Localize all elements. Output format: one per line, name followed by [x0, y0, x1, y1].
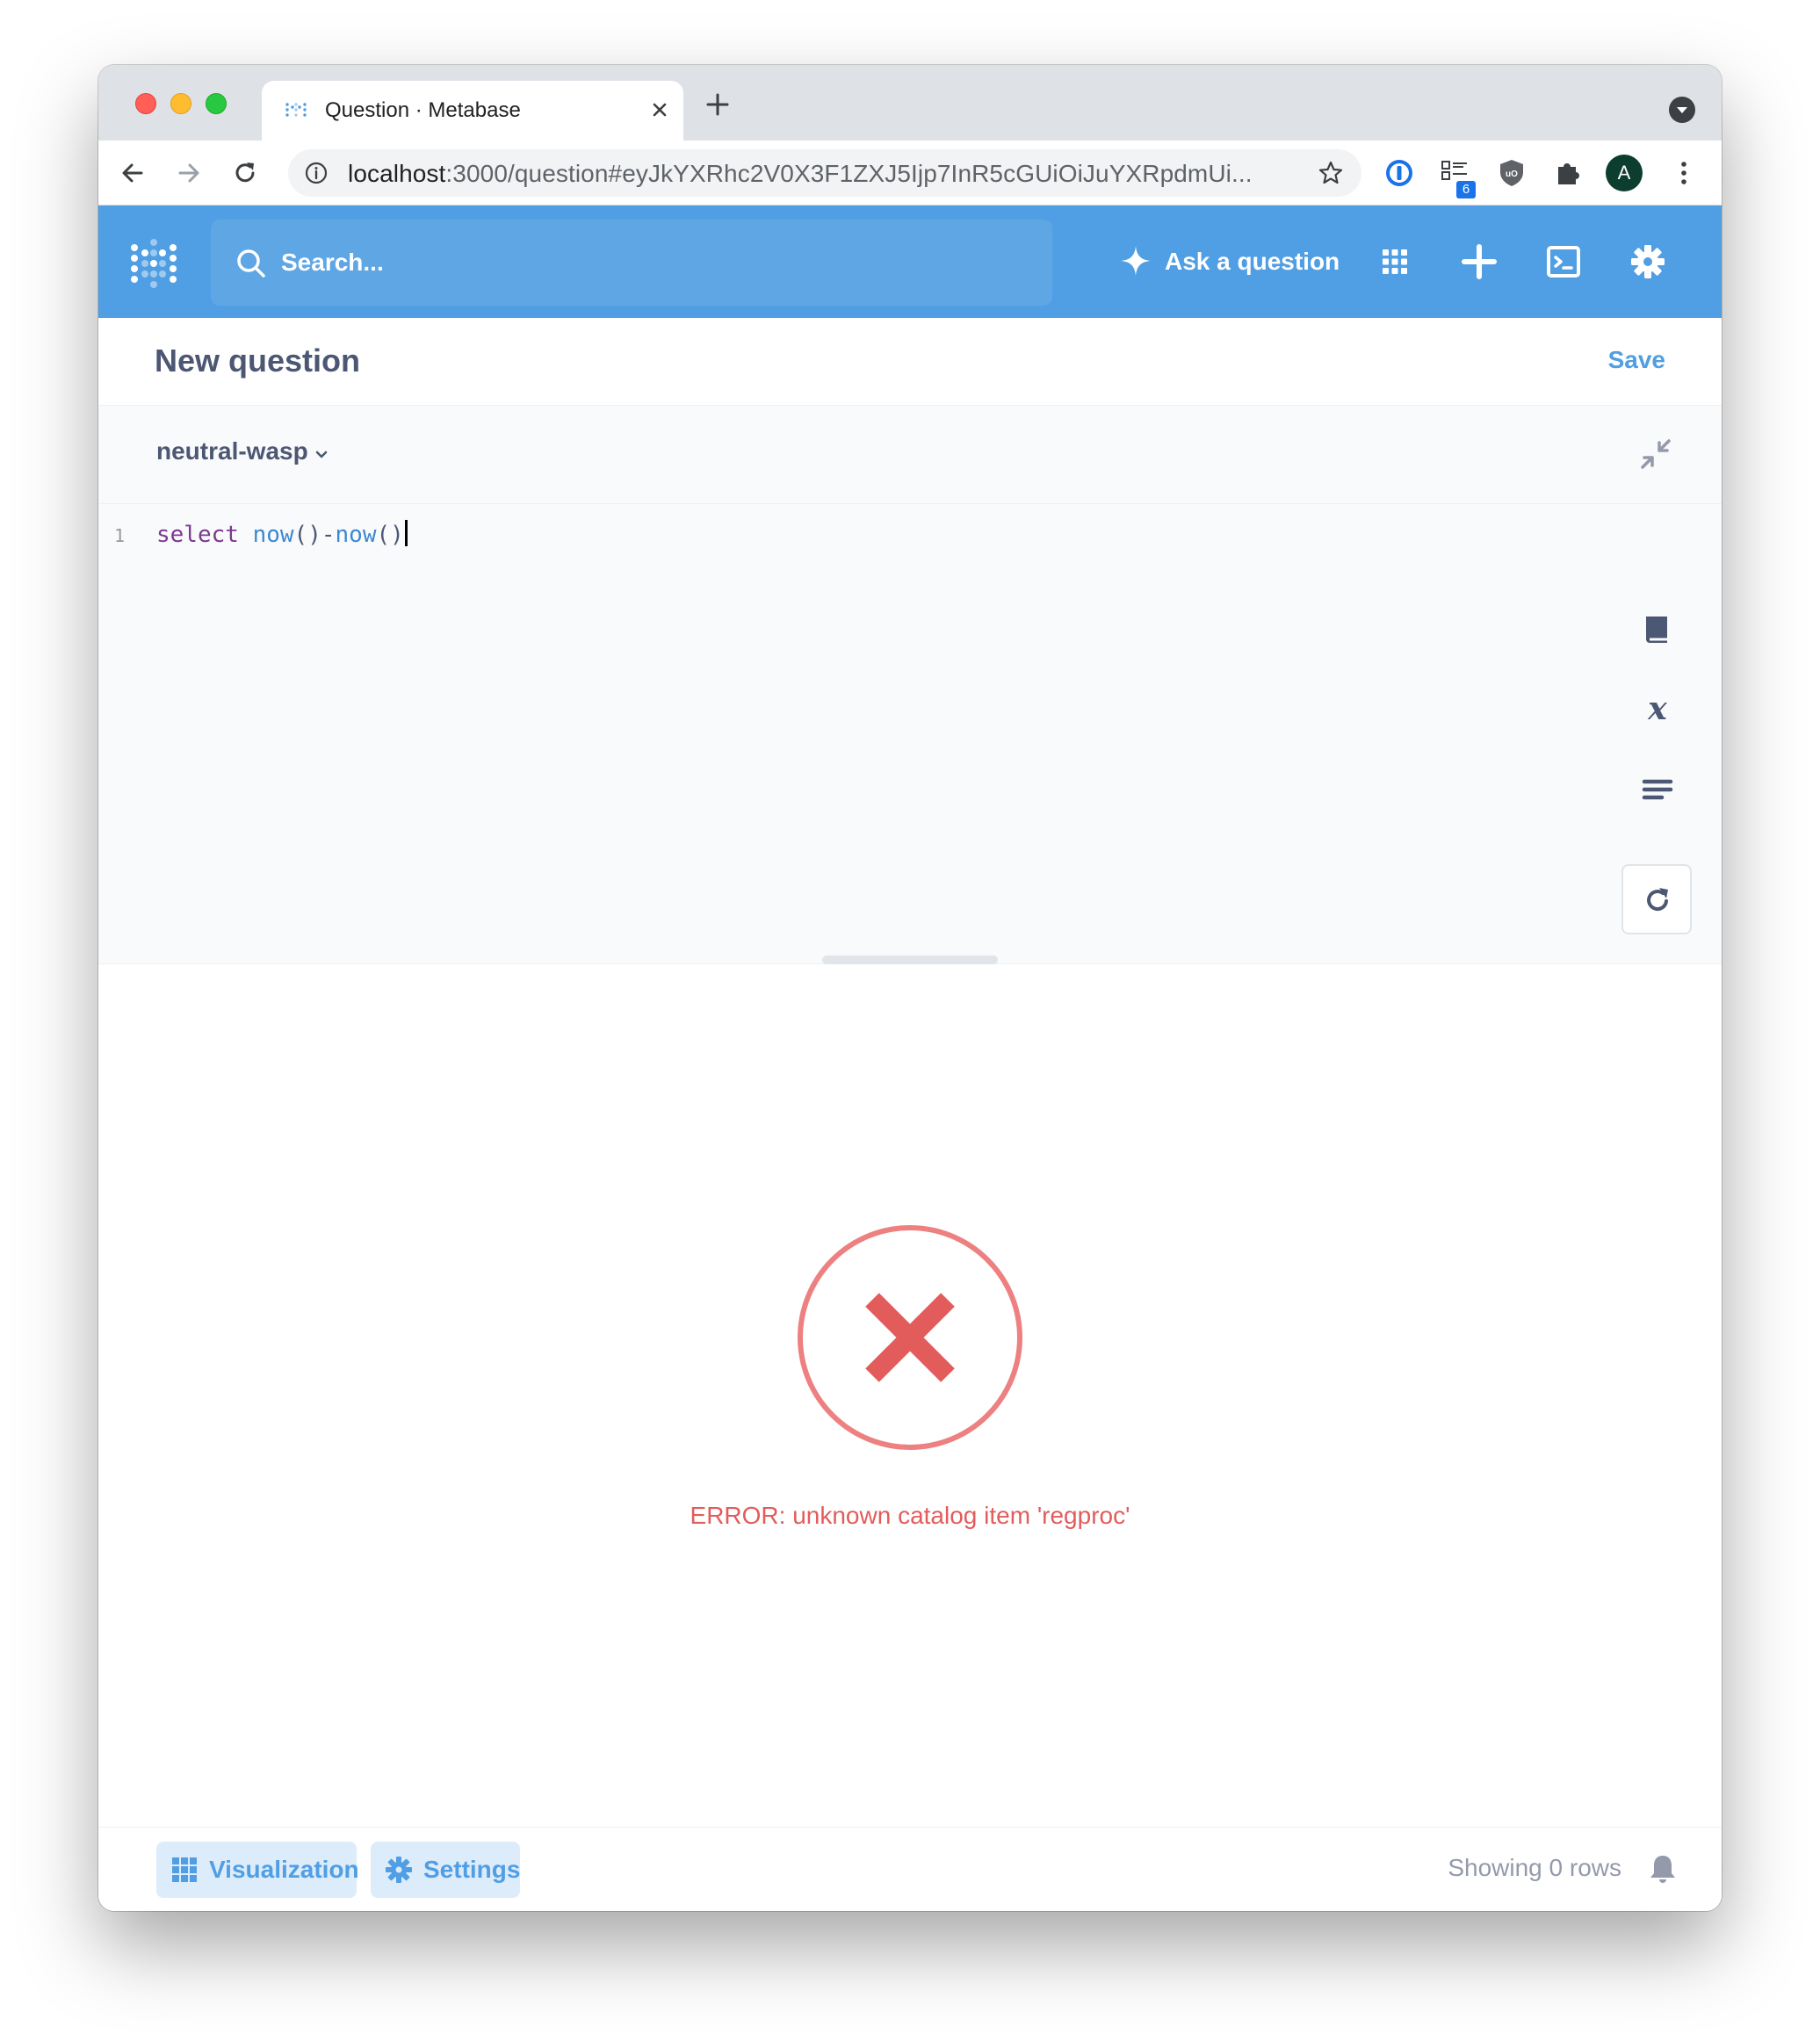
address-bar[interactable]: localhost:3000/question#eyJkYXRhc2V0X3F1…	[288, 149, 1361, 197]
grid-icon	[172, 1857, 197, 1882]
browse-grid-icon[interactable]	[1376, 242, 1414, 281]
data-reference-icon[interactable]	[1637, 609, 1678, 650]
kebab-menu-icon[interactable]	[1667, 156, 1701, 190]
metabase-logo-icon[interactable]	[130, 237, 177, 290]
forward-arrow-icon[interactable]	[172, 156, 206, 190]
tab-title: Question · Metabase	[325, 98, 521, 122]
info-icon[interactable]	[304, 161, 329, 185]
chevron-down-icon[interactable]	[313, 446, 330, 464]
database-selector[interactable]: neutral-wasp	[156, 437, 308, 465]
minimize-window-button[interactable]	[170, 93, 191, 114]
tab-search-button[interactable]	[1669, 97, 1695, 123]
metabase-navbar: Search... Ask a question	[98, 206, 1722, 318]
footer-bar: Visualization Settings Showing 0 rows	[98, 1827, 1722, 1911]
page-title: New question	[155, 343, 361, 379]
refresh-icon	[1647, 888, 1668, 911]
tab-strip: Question · Metabase	[98, 65, 1722, 141]
search-input[interactable]: Search...	[211, 220, 1052, 306]
shield-icon[interactable]: uO	[1495, 156, 1528, 190]
bell-icon[interactable]	[1646, 1852, 1679, 1886]
line-number: 1	[114, 525, 126, 546]
browser-window: Question · Metabase localhost:3000/quest…	[98, 65, 1722, 1911]
gear-icon	[386, 1857, 412, 1883]
sql-editor[interactable]: 1 select now()-now() x	[98, 504, 1722, 964]
editor-resize-handle[interactable]	[822, 956, 998, 964]
text-cursor	[404, 520, 408, 546]
zoom-window-button[interactable]	[206, 93, 227, 114]
run-query-button[interactable]	[1621, 864, 1692, 934]
error-x-icon	[798, 1225, 1022, 1450]
gear-icon[interactable]	[1629, 242, 1667, 281]
format-query-icon[interactable]	[1637, 771, 1678, 811]
database-bar: neutral-wasp	[98, 406, 1722, 504]
visualization-button[interactable]: Visualization	[156, 1842, 359, 1898]
save-button[interactable]: Save	[1608, 346, 1665, 374]
sql-editor-icon[interactable]	[1544, 242, 1583, 281]
sparkle-icon	[1121, 246, 1151, 276]
extension-badge: 6	[1456, 181, 1476, 198]
browser-toolbar: localhost:3000/question#eyJkYXRhc2V0X3F1…	[98, 141, 1722, 206]
back-arrow-icon[interactable]	[116, 156, 149, 190]
close-window-button[interactable]	[135, 93, 156, 114]
url-text: localhost:3000/question#eyJkYXRhc2V0X3F1…	[348, 160, 1253, 187]
new-tab-icon[interactable]	[703, 90, 733, 119]
settings-button[interactable]: Settings	[371, 1842, 520, 1898]
star-icon[interactable]	[1318, 160, 1344, 186]
search-icon	[237, 249, 265, 278]
svg-text:uO: uO	[1506, 169, 1518, 179]
reload-icon[interactable]	[228, 156, 262, 190]
question-header: New question Save	[98, 318, 1722, 406]
chevron-down-icon	[1677, 107, 1687, 113]
password-manager-icon[interactable]	[1383, 156, 1416, 190]
close-tab-icon[interactable]	[645, 95, 675, 125]
sql-code[interactable]: select now()-now()	[156, 520, 408, 548]
browser-tab[interactable]: Question · Metabase	[262, 81, 683, 141]
puzzle-icon[interactable]	[1551, 156, 1585, 190]
row-count: Showing 0 rows	[1448, 1854, 1621, 1881]
collapse-editor-icon[interactable]	[1637, 436, 1674, 472]
search-placeholder: Search...	[281, 249, 384, 276]
profile-avatar[interactable]: A	[1606, 155, 1643, 191]
svg-text:x: x	[1647, 690, 1667, 727]
variables-icon[interactable]: x	[1637, 690, 1678, 731]
add-icon[interactable]	[1460, 242, 1499, 281]
metabase-favicon-icon	[285, 103, 307, 117]
error-message: ERROR: unknown catalog item 'regproc'	[690, 1502, 1130, 1529]
